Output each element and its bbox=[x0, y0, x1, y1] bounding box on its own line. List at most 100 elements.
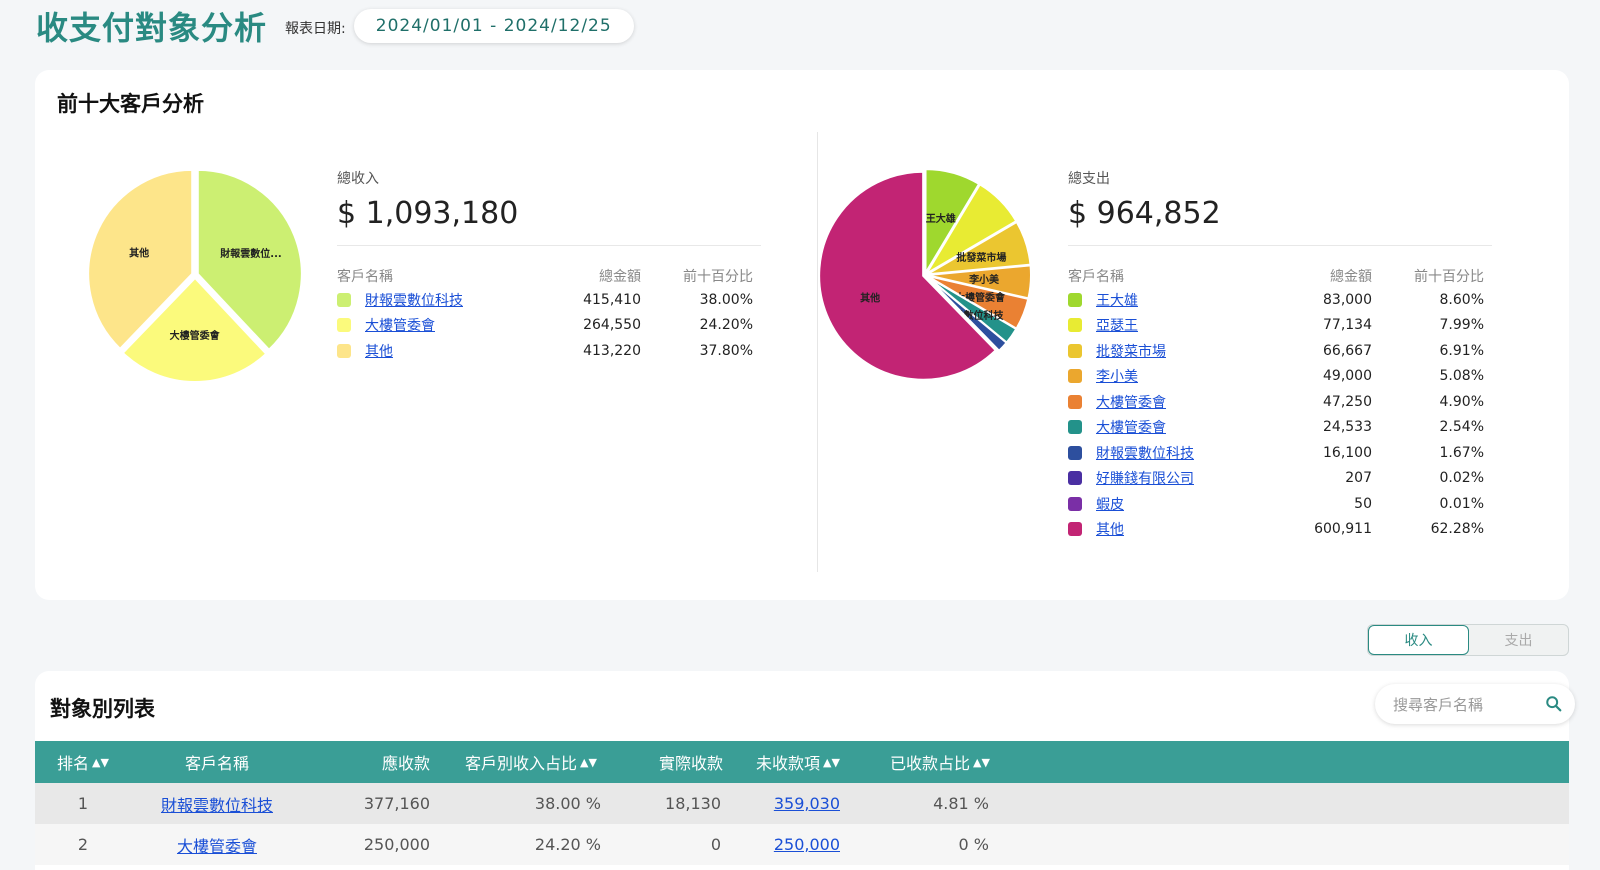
legend-name: 財報雲數位科技 bbox=[337, 290, 531, 310]
expense-legend-header: 客戶名稱 總金額 前十百分比 bbox=[1068, 265, 1492, 287]
page-header: 收支付對象分析 報表日期: 2024/01/01 - 2024/12/25 bbox=[36, 4, 634, 48]
col-top10-pct: 前十百分比 bbox=[1414, 269, 1484, 285]
cell-received: 18,130 bbox=[665, 794, 721, 813]
legend-name: 其他 bbox=[337, 341, 531, 361]
legend-amount: 264,550 bbox=[583, 317, 641, 334]
toggle-income-button[interactable]: 收入 bbox=[1368, 625, 1469, 655]
customer-link[interactable]: 財報雲數位科技 bbox=[161, 792, 273, 816]
cell-receivable: 250,000 bbox=[363, 835, 430, 854]
pie-slice-label: 其他 bbox=[860, 291, 880, 304]
outstanding-link[interactable]: 359,030 bbox=[774, 794, 840, 813]
top-customers-title: 前十大客戶分析 bbox=[57, 92, 204, 116]
customer-link[interactable]: 財報雲數位科技 bbox=[1096, 443, 1194, 463]
customer-link[interactable]: 財報雲數位科技 bbox=[365, 290, 463, 310]
legend-swatch bbox=[1068, 343, 1082, 358]
cell-income-share: 24.20 % bbox=[534, 835, 601, 854]
customer-link[interactable]: 批發菜市場 bbox=[1096, 341, 1166, 361]
legend-name: 蝦皮 bbox=[1068, 494, 1262, 514]
customer-link[interactable]: 李小美 bbox=[1096, 366, 1138, 386]
legend-amount: 50 bbox=[1354, 495, 1372, 512]
customer-link[interactable]: 大樓管委會 bbox=[365, 315, 435, 335]
legend-name: 大樓管委會 bbox=[1068, 392, 1262, 412]
sort-icon[interactable]: ▲▼ bbox=[973, 756, 990, 769]
cell-receivable: 377,160 bbox=[363, 794, 430, 813]
expense-total-amount: $ 964,852 bbox=[1068, 196, 1221, 231]
legend-pct: 37.80% bbox=[699, 342, 753, 359]
legend-amount: 16,100 bbox=[1323, 444, 1372, 461]
th-income-share[interactable]: 客戶別收入占比 ▲▼ bbox=[465, 741, 597, 783]
legend-amount: 47,250 bbox=[1323, 393, 1372, 410]
income-pie-chart: 財報雲數位... 大樓管委會 其他 bbox=[87, 168, 303, 383]
legend-swatch bbox=[1068, 471, 1082, 486]
legend-row: 李小美 49,000 5.08% bbox=[1068, 364, 1492, 390]
legend-swatch bbox=[1068, 369, 1082, 384]
th-received: 實際收款 bbox=[658, 754, 723, 773]
sort-icon[interactable]: ▲▼ bbox=[580, 756, 597, 769]
income-summary: 總收入 $ 1,093,180 bbox=[337, 168, 761, 246]
customer-link[interactable]: 好賺錢有限公司 bbox=[1096, 468, 1194, 488]
legend-row: 大樓管委會 24,533 2.54% bbox=[1068, 415, 1492, 441]
customer-link[interactable]: 蝦皮 bbox=[1096, 494, 1124, 514]
customer-link[interactable]: 大樓管委會 bbox=[177, 833, 257, 857]
pie-slice-label: 王大雄 bbox=[926, 212, 956, 225]
customer-link[interactable]: 王大雄 bbox=[1096, 290, 1138, 310]
legend-row: 大樓管委會 264,550 24.20% bbox=[337, 313, 761, 339]
income-legend-table: 客戶名稱 總金額 前十百分比 財報雲數位科技 415,410 38.00% 大樓管委會… bbox=[337, 265, 761, 364]
legend-pct: 38.00% bbox=[699, 291, 753, 308]
pie-slice-label: 其他 bbox=[129, 246, 149, 259]
cell-received-pct: 4.81 % bbox=[933, 794, 989, 813]
pie-slice-label: 李小美 bbox=[968, 273, 1000, 286]
date-range-picker[interactable]: 2024/01/01 - 2024/12/25 bbox=[353, 9, 634, 43]
legend-name: 好賺錢有限公司 bbox=[1068, 468, 1262, 488]
expense-legend-table: 客戶名稱 總金額 前十百分比 王大雄 83,000 8.60% 亞瑟王 77,134 7.… bbox=[1068, 265, 1492, 542]
customer-link[interactable]: 其他 bbox=[1096, 519, 1124, 539]
legend-amount: 207 bbox=[1345, 470, 1372, 487]
legend-swatch bbox=[1068, 445, 1082, 460]
search-input[interactable]: 搜尋客戶名稱 bbox=[1393, 694, 1483, 715]
pie-slice-label: 大樓管委會 bbox=[170, 329, 221, 342]
sort-icon[interactable]: ▲▼ bbox=[92, 756, 109, 769]
legend-name: 大樓管委會 bbox=[337, 315, 531, 335]
legend-pct: 1.67% bbox=[1439, 444, 1484, 461]
legend-pct: 0.01% bbox=[1439, 495, 1484, 512]
customer-search[interactable]: 搜尋客戶名稱 bbox=[1375, 684, 1575, 724]
th-outstanding[interactable]: 未收款項 ▲▼ bbox=[756, 741, 840, 783]
customer-link[interactable]: 大樓管委會 bbox=[1096, 392, 1166, 412]
customer-link[interactable]: 亞瑟王 bbox=[1096, 315, 1138, 335]
legend-name: 批發菜市場 bbox=[1068, 341, 1262, 361]
outstanding-link[interactable]: 250,000 bbox=[774, 835, 840, 854]
search-icon[interactable] bbox=[1545, 695, 1563, 713]
legend-pct: 2.54% bbox=[1439, 419, 1484, 436]
legend-pct: 0.02% bbox=[1439, 470, 1484, 487]
legend-row: 亞瑟王 77,134 7.99% bbox=[1068, 313, 1492, 339]
customer-list-card: 對象別列表 搜尋客戶名稱 排名 ▲▼ 客戶名稱 應收款 客戶別收入占比 ▲▼ 實際收… bbox=[35, 671, 1575, 870]
cell-outstanding: 250,000 bbox=[756, 824, 840, 865]
pie-slice-label: 批發菜市場 bbox=[956, 251, 1006, 264]
toggle-expense-button[interactable]: 支出 bbox=[1469, 625, 1568, 655]
cell-outstanding: 359,030 bbox=[756, 783, 840, 824]
legend-row: 其他 413,220 37.80% bbox=[337, 338, 761, 364]
legend-row: 其他 600,911 62.28% bbox=[1068, 517, 1492, 543]
cell-customer-name: 財報雲數位科技 bbox=[135, 783, 299, 824]
income-total-label: 總收入 bbox=[337, 171, 379, 187]
th-received-pct[interactable]: 已收款占比 ▲▼ bbox=[890, 741, 990, 783]
cell-customer-name: 大樓管委會 bbox=[135, 824, 299, 865]
col-total-amount: 總金額 bbox=[1330, 269, 1372, 285]
col-top10-pct: 前十百分比 bbox=[683, 269, 753, 285]
customer-link[interactable]: 其他 bbox=[365, 341, 393, 361]
legend-pct: 8.60% bbox=[1439, 291, 1484, 308]
legend-pct: 7.99% bbox=[1439, 317, 1484, 334]
cell-received-pct: 0 % bbox=[958, 835, 989, 854]
expense-summary: 總支出 $ 964,852 bbox=[1068, 168, 1492, 246]
customer-link[interactable]: 大樓管委會 bbox=[1096, 417, 1166, 437]
cell-rank: 2 bbox=[77, 835, 89, 854]
legend-amount: 83,000 bbox=[1323, 291, 1372, 308]
income-expense-toggle: 收入 支出 bbox=[1367, 624, 1569, 656]
legend-name: 王大雄 bbox=[1068, 290, 1262, 310]
income-total-amount: $ 1,093,180 bbox=[337, 196, 519, 231]
sort-icon[interactable]: ▲▼ bbox=[823, 756, 840, 769]
th-rank[interactable]: 排名 ▲▼ bbox=[57, 741, 109, 783]
date-label: 報表日期: bbox=[285, 21, 346, 37]
legend-swatch bbox=[1068, 522, 1082, 537]
cell-received: 0 bbox=[710, 835, 721, 854]
